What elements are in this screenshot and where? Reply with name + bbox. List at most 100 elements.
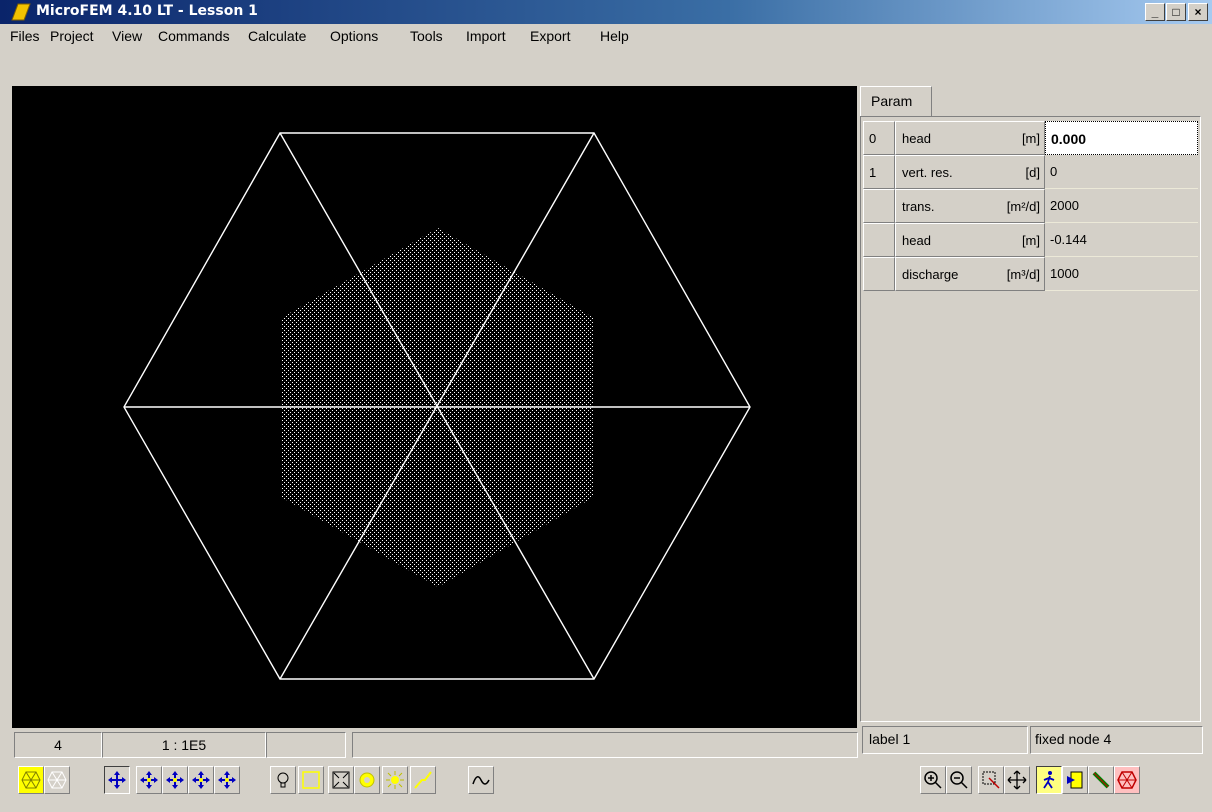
sun-icon — [386, 771, 404, 789]
menu-files[interactable]: Files — [10, 28, 40, 44]
row-name: head [m] — [895, 121, 1045, 155]
row-name-label: vert. res. — [902, 165, 953, 180]
pencil-button[interactable] — [1088, 766, 1114, 794]
app-logo-icon — [11, 3, 31, 21]
row-value[interactable]: -0.144 — [1045, 223, 1198, 257]
row-index: 0 — [863, 121, 895, 155]
move-button-2[interactable] — [136, 766, 162, 794]
row-name: discharge [m³/d] — [895, 257, 1045, 291]
row-unit: [m²/d] — [1006, 199, 1040, 214]
mesh-lines — [123, 132, 751, 680]
parameter-panel: Param 0 head [m] 0.000 1 vert. res. [d] 0 trans.… — [858, 86, 1203, 722]
row-index — [863, 257, 895, 291]
pan-button[interactable] — [1004, 766, 1030, 794]
minimize-button[interactable]: _ — [1145, 3, 1165, 21]
mesh-white-icon — [47, 771, 67, 789]
menu-calculate[interactable]: Calculate — [248, 28, 306, 44]
bulb-button[interactable] — [270, 766, 296, 794]
status-empty-2 — [352, 732, 858, 758]
parameter-row: head [m] -0.144 — [863, 223, 1198, 257]
row-name: head [m] — [895, 223, 1045, 257]
sun-button[interactable] — [382, 766, 408, 794]
mesh-white-button[interactable] — [44, 766, 70, 794]
row-value[interactable]: 0 — [1045, 155, 1198, 189]
row-index: 1 — [863, 155, 895, 189]
move-button-3[interactable] — [162, 766, 188, 794]
row-name-label: discharge — [902, 267, 959, 282]
rectangle-button[interactable] — [298, 766, 324, 794]
row-value[interactable]: 2000 — [1045, 189, 1198, 223]
status-label: label 1 — [862, 726, 1028, 754]
row-index — [863, 189, 895, 223]
row-unit: [m] — [1021, 233, 1040, 248]
pan-icon — [1007, 770, 1027, 790]
walk-button[interactable] — [1036, 766, 1062, 794]
rectangle-icon — [302, 771, 320, 789]
maximize-button[interactable]: □ — [1166, 3, 1186, 21]
row-name: trans. [m²/d] — [895, 189, 1045, 223]
menu-commands[interactable]: Commands — [158, 28, 230, 44]
status-empty-1 — [266, 732, 346, 758]
line-icon — [414, 771, 432, 789]
pencil-icon — [1092, 771, 1110, 789]
line-button[interactable] — [410, 766, 436, 794]
title-bar: MicroFEM 4.10 LT - Lesson 1 _ □ × — [0, 0, 1212, 24]
parameter-grid: 0 head [m] 0.000 1 vert. res. [d] 0 trans. [m²/d]… — [860, 116, 1201, 722]
fit-button[interactable] — [328, 766, 354, 794]
mesh-yellow-button[interactable] — [18, 766, 44, 794]
move-button-5[interactable] — [214, 766, 240, 794]
bulb-icon — [277, 772, 289, 788]
zoom-select-button[interactable] — [978, 766, 1004, 794]
move-icon — [108, 771, 126, 789]
menu-bar: Files Project View Commands Calculate Op… — [0, 24, 1212, 48]
move-icon — [218, 771, 236, 789]
menu-import[interactable]: Import — [466, 28, 506, 44]
zoom-out-icon — [950, 771, 968, 789]
zoom-select-icon — [982, 771, 1000, 789]
row-value-input[interactable]: 0.000 — [1045, 121, 1198, 155]
wheel-button[interactable] — [1114, 766, 1140, 794]
row-name-label: head — [902, 233, 931, 248]
row-unit: [d] — [1025, 165, 1040, 180]
zoom-out-button[interactable] — [946, 766, 972, 794]
sun-dim-button[interactable] — [354, 766, 380, 794]
row-value[interactable]: 1000 — [1045, 257, 1198, 291]
parameter-row: discharge [m³/d] 1000 — [863, 257, 1198, 291]
move-icon — [140, 771, 158, 789]
sun-dim-icon — [359, 772, 375, 788]
menu-project[interactable]: Project — [50, 28, 94, 44]
parameter-row: 0 head [m] 0.000 — [863, 121, 1198, 155]
tab-param[interactable]: Param — [860, 86, 932, 116]
status-layer: 4 — [14, 732, 102, 758]
move-icon — [192, 771, 210, 789]
status-scale: 1 : 1E5 — [102, 732, 266, 758]
curve-button[interactable] — [468, 766, 494, 794]
row-name-label: trans. — [902, 199, 935, 214]
menu-tools[interactable]: Tools — [410, 28, 443, 44]
label-button[interactable] — [1062, 766, 1088, 794]
menu-options[interactable]: Options — [330, 28, 378, 44]
row-name-label: head — [902, 131, 931, 146]
menu-view[interactable]: View — [112, 28, 142, 44]
close-button[interactable]: × — [1188, 3, 1208, 21]
move-button-1[interactable] — [104, 766, 130, 794]
parameter-row: 1 vert. res. [d] 0 — [863, 155, 1198, 189]
curve-icon — [472, 776, 490, 785]
mesh-drawing — [123, 132, 751, 680]
wheel-icon — [1117, 771, 1137, 789]
zoom-in-button[interactable] — [920, 766, 946, 794]
status-node: fixed node 4 — [1030, 726, 1203, 754]
label-icon — [1067, 771, 1083, 789]
zoom-in-icon — [924, 771, 942, 789]
walk-icon — [1043, 771, 1055, 789]
menu-export[interactable]: Export — [530, 28, 570, 44]
move-icon — [166, 771, 184, 789]
parameter-row: trans. [m²/d] 2000 — [863, 189, 1198, 223]
menu-help[interactable]: Help — [600, 28, 629, 44]
window-title: MicroFEM 4.10 LT - Lesson 1 — [36, 3, 258, 19]
move-button-4[interactable] — [188, 766, 214, 794]
mesh-yellow-icon — [21, 771, 41, 789]
row-unit: [m] — [1021, 131, 1040, 146]
row-name: vert. res. [d] — [895, 155, 1045, 189]
mesh-canvas[interactable] — [12, 86, 857, 728]
